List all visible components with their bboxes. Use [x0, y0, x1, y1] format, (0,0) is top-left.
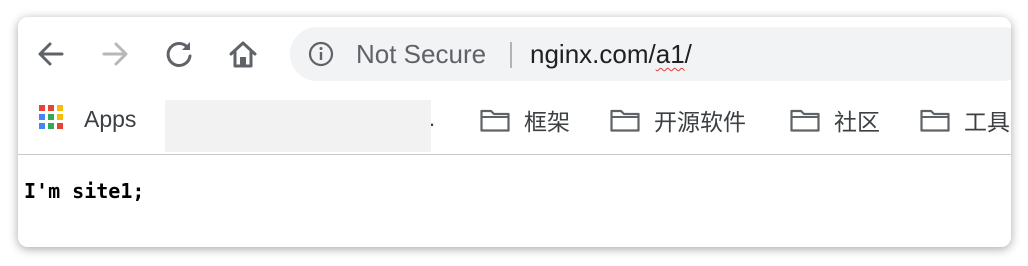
bookmark-folder-label: 框架	[524, 109, 570, 135]
url-path: a1	[655, 39, 685, 69]
bookmark-folder-label: 工具	[964, 109, 1010, 135]
bookmark-folder-label: 开源软件	[654, 109, 746, 135]
folder-icon	[790, 109, 820, 132]
bookmark-folder-open-source[interactable]: 开源软件	[610, 105, 746, 135]
forward-button[interactable]	[98, 37, 132, 71]
home-icon	[229, 41, 257, 68]
back-button[interactable]	[34, 37, 68, 71]
page-content: I'm site1;	[18, 155, 1011, 247]
browser-window: Not Secure nginx.com/a1/ Apps . 框架 开源软件	[18, 17, 1011, 247]
url-host: nginx.com/	[530, 39, 656, 69]
folder-icon	[920, 109, 950, 132]
url-trailing-slash: /	[684, 39, 692, 69]
bookmark-folder-label: 社区	[834, 109, 880, 135]
reload-icon	[166, 41, 192, 67]
page-body-text: I'm site1;	[24, 179, 145, 203]
arrow-right-icon	[102, 42, 128, 66]
redacted-bookmark[interactable]	[165, 100, 431, 152]
bookmark-folder-frameworks[interactable]: 框架	[480, 105, 570, 135]
redacted-bookmark-suffix: .	[429, 106, 436, 131]
omnibox-divider	[510, 42, 512, 68]
address-bar[interactable]: Not Secure nginx.com/a1/	[290, 27, 1011, 81]
apps-grid-icon[interactable]	[38, 104, 64, 130]
home-button[interactable]	[226, 37, 260, 71]
arrow-left-icon	[38, 42, 64, 66]
reload-button[interactable]	[162, 37, 196, 71]
bookmark-apps[interactable]: Apps	[84, 105, 136, 133]
url-text[interactable]: nginx.com/a1/	[530, 39, 692, 69]
folder-icon	[480, 109, 510, 132]
info-circle-icon[interactable]	[308, 41, 334, 67]
bookmark-folder-community[interactable]: 社区	[790, 105, 880, 135]
browser-toolbar: Not Secure nginx.com/a1/	[18, 17, 1011, 92]
security-status-label[interactable]: Not Secure	[356, 39, 486, 69]
bookmark-folder-tools[interactable]: 工具	[920, 105, 1010, 135]
folder-icon	[610, 109, 640, 132]
